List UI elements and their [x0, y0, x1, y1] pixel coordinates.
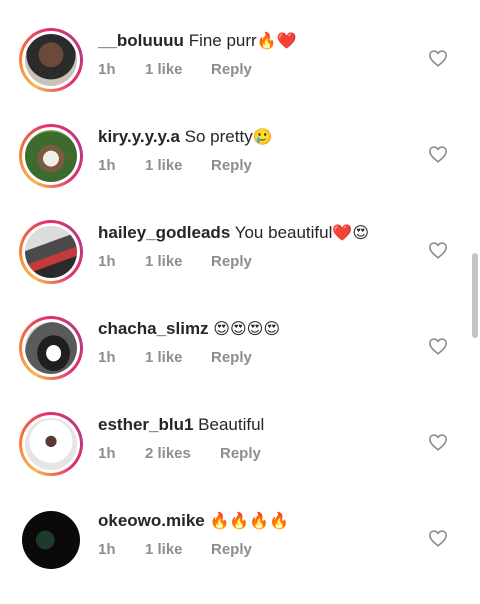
comment-username[interactable]: chacha_slimz	[98, 319, 209, 338]
comment-text: kiry.y.y.y.a So pretty🥲	[98, 127, 273, 147]
avatar[interactable]	[19, 316, 83, 380]
comment-username[interactable]: kiry.y.y.y.a	[98, 127, 180, 146]
avatar[interactable]	[19, 508, 83, 572]
comment-username[interactable]: __boluuuu	[98, 31, 184, 50]
comment-row: __boluuuu Fine purr🔥❤️ 1h 1 like Reply	[0, 28, 480, 124]
reply-button[interactable]: Reply	[211, 349, 252, 366]
comment-row: esther_blu1 Beautiful 1h 2 likes Reply	[0, 412, 480, 508]
heart-outline-icon[interactable]	[428, 145, 448, 163]
reply-button[interactable]: Reply	[220, 445, 261, 462]
comment-text: chacha_slimz 😍😍😍😍	[98, 319, 280, 339]
comment-text: okeowo.mike 🔥🔥🔥🔥	[98, 511, 289, 531]
avatar[interactable]	[19, 220, 83, 284]
heart-outline-icon[interactable]	[428, 337, 448, 355]
comment-likes[interactable]: 2 likes	[145, 445, 191, 462]
comment-body: Fine purr	[188, 31, 257, 50]
comment-time: 1h	[98, 253, 116, 270]
avatar[interactable]	[19, 124, 83, 188]
comment-row: hailey_godleads You beautiful❤️😍 1h 1 li…	[0, 220, 480, 316]
reply-button[interactable]: Reply	[211, 253, 252, 270]
avatar[interactable]	[19, 28, 83, 92]
comment-time: 1h	[98, 157, 116, 174]
comment-likes[interactable]: 1 like	[145, 157, 183, 174]
comment-emoji: ❤️😍	[332, 225, 369, 242]
comment-row: chacha_slimz 😍😍😍😍 1h 1 like Reply	[0, 316, 480, 412]
reply-button[interactable]: Reply	[211, 61, 252, 78]
comment-text: hailey_godleads You beautiful❤️😍	[98, 223, 369, 243]
comment-time: 1h	[98, 445, 116, 462]
comment-emoji: 🔥❤️	[256, 33, 297, 50]
comment-row: kiry.y.y.y.a So pretty🥲 1h 1 like Reply	[0, 124, 480, 220]
comment-emoji: 😍😍😍😍	[213, 321, 281, 338]
comment-likes[interactable]: 1 like	[145, 61, 183, 78]
reply-button[interactable]: Reply	[211, 541, 252, 558]
comment-likes[interactable]: 1 like	[145, 349, 183, 366]
comment-body: You beautiful	[234, 223, 333, 242]
comment-time: 1h	[98, 61, 116, 78]
comment-likes[interactable]: 1 like	[145, 253, 183, 270]
comment-body: Beautiful	[198, 415, 265, 434]
comment-body: So pretty	[184, 127, 253, 146]
comment-username[interactable]: hailey_godleads	[98, 223, 230, 242]
scrollbar[interactable]	[472, 253, 478, 338]
heart-outline-icon[interactable]	[428, 49, 448, 67]
comment-time: 1h	[98, 349, 116, 366]
comment-likes[interactable]: 1 like	[145, 541, 183, 558]
heart-outline-icon[interactable]	[428, 433, 448, 451]
reply-button[interactable]: Reply	[211, 157, 252, 174]
heart-outline-icon[interactable]	[428, 529, 448, 547]
heart-outline-icon[interactable]	[428, 241, 448, 259]
comment-username[interactable]: esther_blu1	[98, 415, 193, 434]
comment-time: 1h	[98, 541, 116, 558]
comment-text: __boluuuu Fine purr🔥❤️	[98, 31, 297, 51]
comment-row: okeowo.mike 🔥🔥🔥🔥 1h 1 like Reply	[0, 508, 480, 604]
avatar[interactable]	[19, 412, 83, 476]
comment-emoji: 🔥🔥🔥🔥	[209, 513, 290, 530]
comment-text: esther_blu1 Beautiful	[98, 415, 264, 435]
comment-emoji: 🥲	[252, 129, 273, 146]
comment-username[interactable]: okeowo.mike	[98, 511, 205, 530]
